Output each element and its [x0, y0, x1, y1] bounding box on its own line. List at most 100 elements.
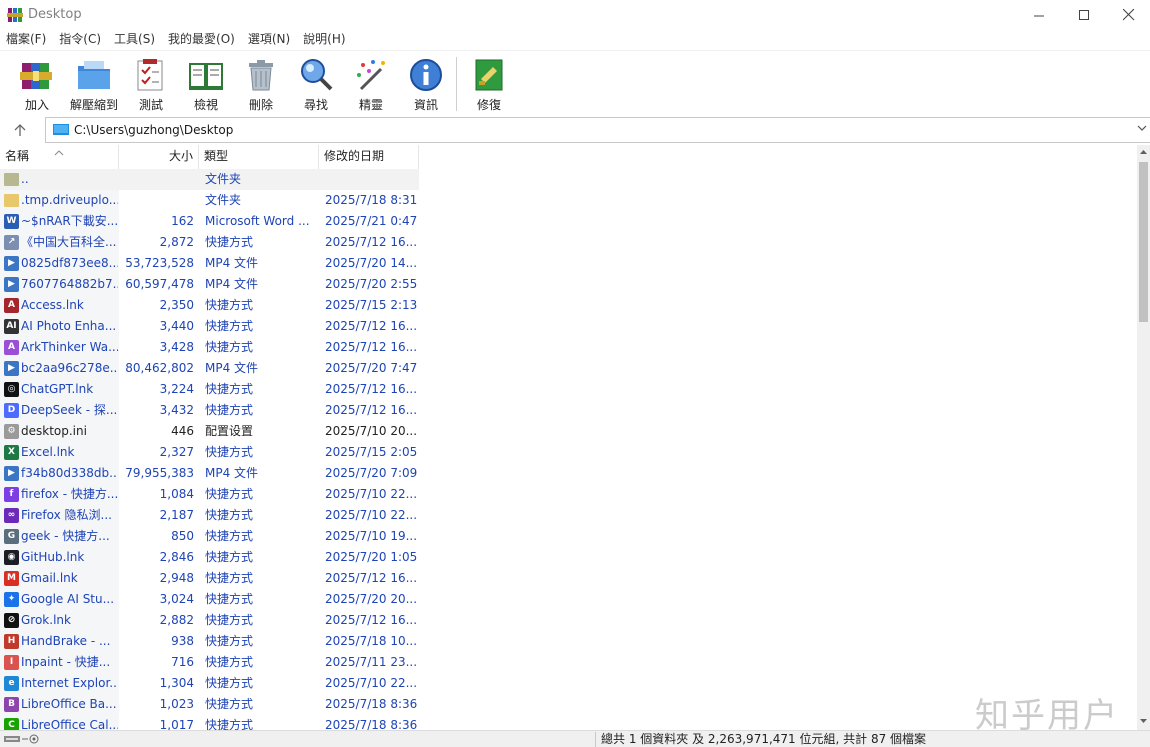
file-name: Google AI Stu... — [21, 592, 115, 606]
file-row[interactable]: A ArkThinker Wa... 3,428 快捷方式 2025/7/12 16..… — [0, 337, 419, 358]
delete-label: 刪除 — [248, 98, 273, 112]
toolbar-separator — [456, 57, 457, 111]
scrollbar-thumb[interactable] — [1139, 162, 1148, 322]
file-modified: 2025/7/15 2:05 — [325, 445, 418, 459]
file-size: 2,187 — [159, 508, 194, 522]
file-row[interactable]: AI AI Photo Enha... 3,440 快捷方式 2025/7/12 16.… — [0, 316, 419, 337]
file-row[interactable]: e Internet Explor... 1,304 快捷方式 2025/7/10 22… — [0, 673, 419, 694]
file-modified: 2025/7/18 10... — [325, 634, 418, 648]
geek-icon: G — [4, 529, 19, 544]
file-row[interactable]: ▶ bc2aa96c278e... 80,462,802 MP4 文件 2025/7/2… — [0, 358, 419, 379]
file-row[interactable]: ▶ 7607764882b7... 60,597,478 MP4 文件 2025/7/2… — [0, 274, 419, 295]
menu-commands[interactable]: 指令(C) — [53, 30, 108, 49]
file-row[interactable]: H HandBrake - ... 938 快捷方式 2025/7/18 10... — [0, 631, 419, 652]
file-size: 2,846 — [159, 550, 194, 564]
file-modified: 2025/7/20 14... — [325, 256, 418, 270]
file-row[interactable]: M Gmail.lnk 2,948 快捷方式 2025/7/12 16... — [0, 568, 419, 589]
file-row[interactable]: ⊘ Grok.lnk 2,882 快捷方式 2025/7/12 16... — [0, 610, 419, 631]
file-row[interactable]: C LibreOffice Cal... 1,017 快捷方式 2025/7/18 8:… — [0, 715, 419, 730]
file-row[interactable]: D DeepSeek - 探... 3,432 快捷方式 2025/7/12 16... — [0, 400, 419, 421]
column-modified[interactable]: 修改的日期 — [319, 145, 419, 169]
menu-help[interactable]: 說明(H) — [297, 30, 352, 49]
file-row[interactable]: A Access.lnk 2,350 快捷方式 2025/7/15 2:13 — [0, 295, 419, 316]
file-size — [119, 169, 194, 190]
file-row[interactable]: ✦ Google AI Stu... 3,024 快捷方式 2025/7/20 20..… — [0, 589, 419, 610]
menu-options[interactable]: 選項(N) — [242, 30, 297, 49]
add-button[interactable]: 加入 — [9, 55, 65, 113]
file-type: 快捷方式 — [205, 508, 254, 522]
file-row[interactable]: W ~$nRAR下載安... 162 Microsoft Word ... 2025/7… — [0, 211, 419, 232]
up-one-level-button[interactable] — [8, 120, 32, 140]
toolbar: 加入 解壓縮到 測試 檢視 刪除 尋找 精靈 資訊 修復 — [0, 50, 1150, 114]
file-size: 850 — [171, 529, 194, 543]
find-icon — [301, 59, 333, 91]
file-modified: 2025/7/18 8:31 — [325, 193, 418, 207]
file-type: 快捷方式 — [205, 634, 254, 648]
repair-button[interactable]: 修復 — [461, 55, 517, 113]
file-size: 3,432 — [159, 403, 194, 417]
file-name: DeepSeek - 探... — [21, 403, 118, 417]
file-row[interactable]: .tmp.driveuplo... 文件夹 2025/7/18 8:31 — [0, 190, 419, 211]
file-row[interactable]: I Inpaint - 快捷... 716 快捷方式 2025/7/11 23... — [0, 652, 419, 673]
scroll-down-icon[interactable] — [1137, 714, 1150, 730]
file-name: .tmp.driveuplo... — [21, 193, 118, 207]
minimize-button[interactable] — [1016, 0, 1062, 30]
file-modified: 2025/7/18 8:36 — [325, 697, 418, 711]
scroll-up-icon[interactable] — [1137, 145, 1150, 161]
file-modified: 2025/7/21 0:47 — [325, 214, 418, 228]
wizard-icon — [357, 60, 385, 91]
extract-to-button[interactable]: 解壓縮到 — [66, 55, 122, 113]
video-icon: ▶ — [4, 466, 19, 481]
menu-tools[interactable]: 工具(S) — [108, 30, 162, 49]
info-button[interactable]: 資訊 — [398, 55, 454, 113]
file-row[interactable]: Ggeek - 快捷方... 850 快捷方式 2025/7/10 19... — [0, 526, 419, 547]
column-size[interactable]: 大小 — [119, 145, 199, 169]
find-button[interactable]: 尋找 — [288, 55, 344, 113]
path-value: C:\Users\guzhong\Desktop — [74, 123, 234, 137]
delete-button[interactable]: 刪除 — [233, 55, 289, 113]
folder-icon — [4, 194, 19, 207]
test-button[interactable]: 測試 — [123, 55, 179, 113]
file-row[interactable]: ⚙ desktop.ini 446 配置设置 2025/7/10 20... — [0, 421, 419, 442]
file-name: GitHub.lnk — [21, 550, 85, 564]
libreoffice-calc-icon: C — [4, 718, 19, 730]
view-button[interactable]: 檢視 — [178, 55, 234, 113]
close-button[interactable] — [1106, 0, 1150, 30]
file-name: LibreOffice Cal... — [21, 718, 118, 730]
vertical-scrollbar[interactable] — [1137, 145, 1150, 730]
maximize-button[interactable] — [1061, 0, 1107, 30]
file-row[interactable]: ◎ ChatGPT.lnk 3,224 快捷方式 2025/7/12 16... — [0, 379, 419, 400]
file-row[interactable]: ▶ f34b80d338db... 79,955,383 MP4 文件 2025/7/2… — [0, 463, 419, 484]
file-name: ArkThinker Wa... — [21, 340, 118, 354]
menu-favorites[interactable]: 我的最愛(O) — [162, 30, 242, 49]
handbrake-icon: H — [4, 634, 19, 649]
file-row[interactable]: ◉ GitHub.lnk 2,846 快捷方式 2025/7/20 1:05 — [0, 547, 419, 568]
file-modified: 2025/7/20 2:55 — [325, 277, 418, 291]
menu-file[interactable]: 檔案(F) — [0, 30, 53, 49]
file-row[interactable]: ∞ Firefox 隐私浏... 2,187 快捷方式 2025/7/10 22... — [0, 505, 419, 526]
file-row[interactable]: f firefox - 快捷方... 1,084 快捷方式 2025/7/10 22..… — [0, 484, 419, 505]
file-type: 快捷方式 — [205, 340, 254, 354]
file-modified: 2025/7/12 16... — [325, 382, 418, 396]
file-modified: 2025/7/20 7:47 — [325, 361, 418, 375]
column-type[interactable]: 類型 — [199, 145, 319, 169]
file-modified: 2025/7/12 16... — [325, 403, 418, 417]
chevron-down-icon[interactable] — [1137, 122, 1147, 135]
file-modified: 2025/7/12 16... — [325, 340, 418, 354]
file-name: bc2aa96c278e... — [21, 361, 118, 375]
file-row[interactable]: B LibreOffice Ba... 1,023 快捷方式 2025/7/18 8:3… — [0, 694, 419, 715]
shortcut-icon: ↗ — [4, 235, 19, 250]
file-row[interactable]: ↗ 《中国大百科全... 2,872 快捷方式 2025/7/12 16... — [0, 232, 419, 253]
file-modified: 2025/7/10 19... — [325, 529, 418, 543]
parent-folder-row[interactable]: .. 文件夹 — [0, 169, 419, 190]
file-modified: 2025/7/12 16... — [325, 571, 418, 585]
file-size: 938 — [171, 634, 194, 648]
file-row[interactable]: ▶ 0825df873ee8... 53,723,528 MP4 文件 2025/7/2… — [0, 253, 419, 274]
file-row[interactable]: X Excel.lnk 2,327 快捷方式 2025/7/15 2:05 — [0, 442, 419, 463]
column-name[interactable]: 名稱 — [0, 145, 119, 169]
path-field[interactable]: C:\Users\guzhong\Desktop — [45, 117, 1150, 143]
wizard-button[interactable]: 精靈 — [343, 55, 399, 113]
file-type: Microsoft Word ... — [205, 214, 310, 228]
video-icon: ▶ — [4, 256, 19, 271]
file-name: Inpaint - 快捷... — [21, 655, 111, 669]
